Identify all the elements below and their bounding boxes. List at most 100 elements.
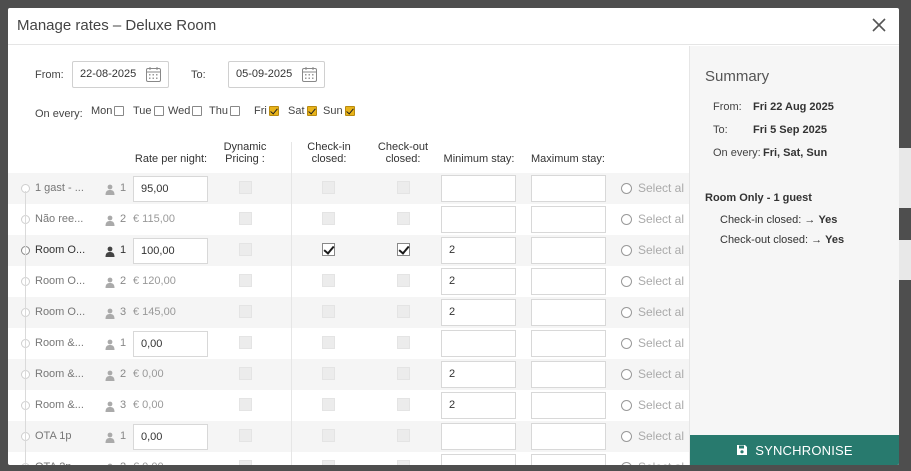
day-checkbox[interactable]: [268, 106, 279, 116]
rate-plan-name[interactable]: Room &...: [35, 368, 84, 380]
select-all-option[interactable]: Select al: [621, 398, 684, 412]
dynamic-pricing-checkbox[interactable]: [239, 181, 252, 194]
rate-plan-name[interactable]: OTA 1p: [35, 430, 71, 442]
max-stay-input[interactable]: [531, 423, 606, 450]
checkout-closed-checkbox[interactable]: [397, 429, 410, 442]
checkin-closed-checkbox[interactable]: [322, 212, 335, 225]
min-stay-input[interactable]: [441, 330, 516, 357]
select-all-option[interactable]: Select al: [621, 243, 684, 257]
checkout-closed-checkbox[interactable]: [397, 367, 410, 380]
day-mon[interactable]: Mon: [91, 105, 125, 117]
checkin-closed-checkbox[interactable]: [322, 336, 335, 349]
radio-icon[interactable]: [621, 213, 632, 225]
rate-plan-name[interactable]: OTA 2p: [35, 461, 71, 465]
min-stay-input[interactable]: 2: [441, 392, 516, 419]
radio-icon[interactable]: [621, 337, 632, 349]
calendar-icon[interactable]: [145, 66, 162, 83]
day-thu[interactable]: Thu: [209, 105, 240, 117]
checkout-closed-checkbox[interactable]: [397, 305, 410, 318]
day-checkbox[interactable]: [192, 106, 203, 116]
checkin-closed-checkbox[interactable]: [322, 460, 335, 465]
max-stay-input[interactable]: [531, 237, 606, 264]
max-stay-input[interactable]: [531, 454, 606, 465]
min-stay-input[interactable]: 2: [441, 268, 516, 295]
day-sat[interactable]: Sat: [288, 105, 317, 117]
radio-icon[interactable]: [621, 306, 632, 318]
select-all-option[interactable]: Select al: [621, 181, 684, 195]
rate-input[interactable]: 100,00: [133, 238, 208, 264]
min-stay-input[interactable]: 2: [441, 299, 516, 326]
day-checkbox[interactable]: [344, 106, 355, 116]
dynamic-pricing-checkbox[interactable]: [239, 274, 252, 287]
select-all-option[interactable]: Select al: [621, 274, 684, 288]
checkout-closed-checkbox[interactable]: [397, 460, 410, 465]
rate-plan-name[interactable]: 1 gast - ...: [35, 182, 84, 194]
dynamic-pricing-checkbox[interactable]: [239, 367, 252, 380]
day-checkbox[interactable]: [229, 106, 240, 116]
checkin-closed-checkbox[interactable]: [322, 274, 335, 287]
select-all-option[interactable]: Select al: [621, 305, 684, 319]
select-all-option[interactable]: Select al: [621, 212, 684, 226]
checkin-closed-checkbox[interactable]: [322, 398, 335, 411]
radio-icon[interactable]: [621, 461, 632, 465]
calendar-icon[interactable]: [301, 66, 318, 83]
day-sun[interactable]: Sun: [323, 105, 355, 117]
to-date-input[interactable]: 05-09-2025: [228, 61, 325, 88]
min-stay-input[interactable]: [441, 423, 516, 450]
rate-plan-name[interactable]: Room &...: [35, 399, 84, 411]
checkout-closed-checkbox[interactable]: [397, 181, 410, 194]
radio-icon[interactable]: [621, 182, 632, 194]
radio-icon[interactable]: [621, 368, 632, 380]
dynamic-pricing-checkbox[interactable]: [239, 460, 252, 465]
day-checkbox[interactable]: [153, 106, 164, 116]
rate-plan-name[interactable]: Não ree...: [35, 213, 83, 225]
checkin-closed-checkbox[interactable]: [322, 181, 335, 194]
min-stay-input[interactable]: [441, 454, 516, 465]
rate-plan-name[interactable]: Room &...: [35, 337, 84, 349]
min-stay-input[interactable]: [441, 175, 516, 202]
max-stay-input[interactable]: [531, 330, 606, 357]
max-stay-input[interactable]: [531, 361, 606, 388]
checkout-closed-checkbox[interactable]: [397, 212, 410, 225]
day-fri[interactable]: Fri: [254, 105, 279, 117]
dynamic-pricing-checkbox[interactable]: [239, 243, 252, 256]
day-checkbox[interactable]: [114, 106, 125, 116]
radio-icon[interactable]: [621, 244, 632, 256]
checkin-closed-checkbox[interactable]: [322, 429, 335, 442]
from-date-input[interactable]: 22-08-2025: [72, 61, 169, 88]
select-all-option[interactable]: Select al: [621, 460, 684, 465]
rate-input[interactable]: 0,00: [133, 424, 208, 450]
dynamic-pricing-checkbox[interactable]: [239, 305, 252, 318]
checkin-closed-checkbox[interactable]: [322, 243, 335, 256]
dynamic-pricing-checkbox[interactable]: [239, 212, 252, 225]
max-stay-input[interactable]: [531, 206, 606, 233]
radio-icon[interactable]: [621, 430, 632, 442]
close-button[interactable]: [869, 15, 889, 35]
rate-plan-name[interactable]: Room O...: [35, 306, 85, 318]
max-stay-input[interactable]: [531, 392, 606, 419]
day-wed[interactable]: Wed: [168, 105, 203, 117]
select-all-option[interactable]: Select al: [621, 336, 684, 350]
day-checkbox[interactable]: [306, 106, 317, 116]
radio-icon[interactable]: [621, 275, 632, 287]
max-stay-input[interactable]: [531, 268, 606, 295]
synchronise-button[interactable]: SYNCHRONISE: [690, 435, 899, 465]
select-all-option[interactable]: Select al: [621, 429, 684, 443]
max-stay-input[interactable]: [531, 299, 606, 326]
checkout-closed-checkbox[interactable]: [397, 336, 410, 349]
radio-icon[interactable]: [621, 399, 632, 411]
max-stay-input[interactable]: [531, 175, 606, 202]
day-tue[interactable]: Tue: [133, 105, 164, 117]
min-stay-input[interactable]: 2: [441, 361, 516, 388]
rate-plan-name[interactable]: Room O...: [35, 244, 85, 256]
dynamic-pricing-checkbox[interactable]: [239, 429, 252, 442]
min-stay-input[interactable]: 2: [441, 237, 516, 264]
min-stay-input[interactable]: [441, 206, 516, 233]
checkin-closed-checkbox[interactable]: [322, 367, 335, 380]
select-all-option[interactable]: Select al: [621, 367, 684, 381]
dynamic-pricing-checkbox[interactable]: [239, 336, 252, 349]
checkin-closed-checkbox[interactable]: [322, 305, 335, 318]
checkout-closed-checkbox[interactable]: [397, 243, 410, 256]
checkout-closed-checkbox[interactable]: [397, 274, 410, 287]
rate-input[interactable]: 95,00: [133, 176, 208, 202]
